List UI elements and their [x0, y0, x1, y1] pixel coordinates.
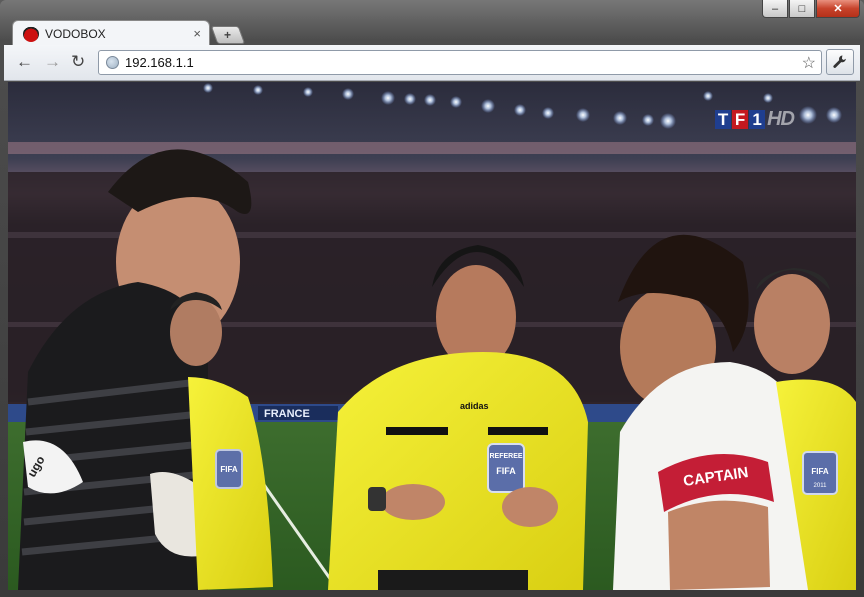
new-tab-button[interactable]: +	[210, 26, 246, 44]
bookmark-star-icon[interactable]: ☆	[802, 53, 816, 73]
referee-badge-bottom: FIFA	[496, 466, 516, 476]
tf1-hd-logo: T F 1 HD	[715, 108, 795, 131]
close-button[interactable]: ✕	[816, 0, 860, 18]
referee-badge-top: REFEREE	[489, 453, 522, 460]
fifa-badge-year: 2011	[814, 483, 828, 489]
back-button[interactable]: ←	[16, 53, 33, 71]
minimize-button[interactable]: –	[762, 0, 788, 18]
browser-toolbar: ← → ↻ 192.168.1.1 ☆	[4, 45, 860, 81]
globe-icon	[106, 56, 119, 69]
forward-button[interactable]: →	[44, 53, 61, 71]
hd-label: HD	[767, 108, 795, 130]
wrench-icon	[833, 55, 846, 68]
logo-letter-1: 1	[749, 110, 766, 129]
reload-button[interactable]: ↻	[71, 53, 85, 71]
tf1-logo-letters: T F 1	[715, 110, 766, 129]
ad-board-text: FRANCE	[264, 408, 310, 420]
logo-letter-f: F	[732, 110, 749, 129]
browser-window: – □ ✕ VODOBOX × + ← → ↻ 192.168.1.1 ☆ FR…	[0, 0, 864, 597]
maximize-button[interactable]: □	[789, 0, 815, 18]
tab-vodobox[interactable]: VODOBOX ×	[12, 20, 210, 46]
fifa-badge-right: FIFA	[811, 467, 829, 476]
tf1-favicon-icon	[23, 25, 39, 42]
adidas-logo-text: adidas	[460, 401, 489, 411]
address-bar[interactable]: 192.168.1.1 ☆	[98, 50, 822, 75]
close-tab-icon[interactable]: ×	[193, 26, 201, 41]
window-controls: – □ ✕	[762, 0, 860, 18]
video-frame: FRANCE ugo FIFA adidas REFEREE FIFA CAPT…	[8, 82, 856, 590]
wrench-menu-button[interactable]	[826, 49, 854, 75]
plus-icon: +	[224, 28, 232, 42]
fifa-badge-left: FIFA	[220, 465, 238, 474]
tab-title: VODOBOX	[45, 26, 106, 41]
url-text[interactable]: 192.168.1.1	[125, 55, 802, 70]
logo-letter-t: T	[715, 110, 732, 129]
video-player[interactable]: FRANCE ugo FIFA adidas REFEREE FIFA CAPT…	[8, 82, 856, 590]
